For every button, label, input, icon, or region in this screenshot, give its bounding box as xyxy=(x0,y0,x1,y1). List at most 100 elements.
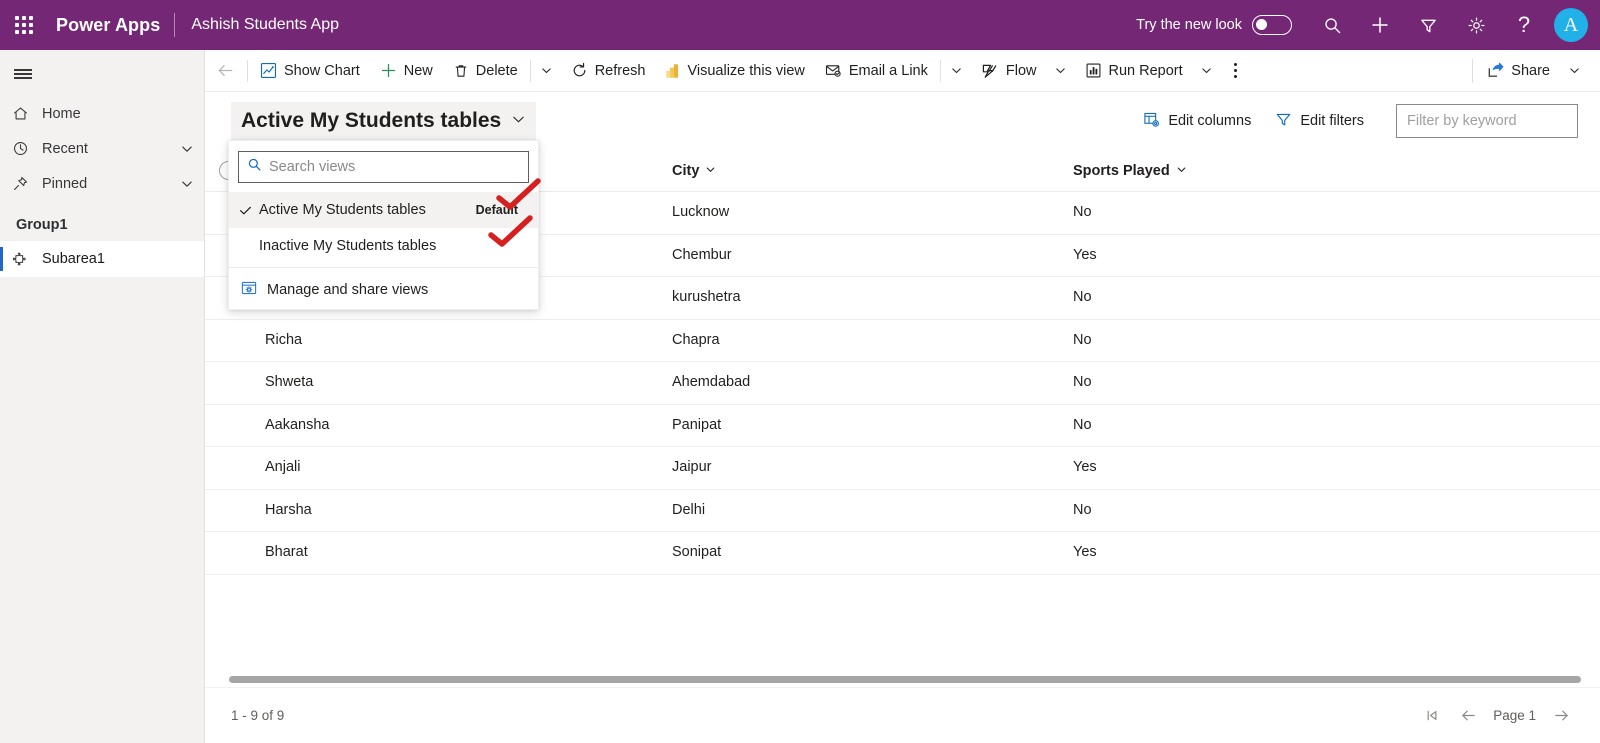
view-option-label: Active My Students tables xyxy=(259,202,426,218)
sidebar-item-recent[interactable]: Recent xyxy=(0,131,204,166)
cell-sports-played: Yes xyxy=(1073,544,1097,560)
sidebar: Home Recent Pinned Group1 Subarea1 xyxy=(0,50,205,743)
delete-caret-icon[interactable] xyxy=(533,50,561,92)
cell-city: Jaipur xyxy=(672,459,712,475)
filter-icon[interactable] xyxy=(1404,0,1452,50)
brand-title[interactable]: Power Apps xyxy=(48,15,174,36)
view-selector-button[interactable]: Active My Students tables xyxy=(231,102,537,140)
flow-button[interactable]: Flow xyxy=(971,50,1047,92)
app-header: Power Apps Ashish Students App Try the n… xyxy=(0,0,1600,50)
cell-name[interactable]: Bharat xyxy=(265,544,308,560)
gear-icon[interactable] xyxy=(1452,0,1500,50)
show-chart-button[interactable]: Show Chart xyxy=(250,50,370,92)
refresh-icon xyxy=(571,62,588,79)
view-option-inactive[interactable]: Inactive My Students tables xyxy=(229,228,538,264)
command-divider xyxy=(247,59,248,82)
email-caret-icon[interactable] xyxy=(943,50,971,92)
first-page-icon[interactable] xyxy=(1417,701,1447,731)
new-button[interactable]: New xyxy=(370,50,443,92)
power-bi-icon xyxy=(665,63,680,79)
sidebar-item-pinned[interactable]: Pinned xyxy=(0,166,204,201)
pin-icon xyxy=(12,175,42,192)
scrollbar-thumb[interactable] xyxy=(229,676,1581,683)
filter-by-keyword-box[interactable] xyxy=(1396,104,1578,138)
command-label: Edit filters xyxy=(1300,113,1364,129)
search-views-box[interactable] xyxy=(238,151,529,183)
flow-caret-icon[interactable] xyxy=(1047,50,1075,92)
view-option-label: Inactive My Students tables xyxy=(259,238,437,254)
table-row[interactable]: Richa Chapra No xyxy=(205,320,1600,362)
plus-icon xyxy=(380,62,397,79)
view-selector-label: Active My Students tables xyxy=(241,109,502,132)
view-option-active[interactable]: Active My Students tables Default xyxy=(229,192,538,228)
cell-name[interactable]: Anjali xyxy=(265,459,300,475)
ellipsis-icon[interactable] xyxy=(1221,50,1251,92)
chevron-down-icon[interactable] xyxy=(170,142,204,156)
cell-sports-played: No xyxy=(1073,501,1092,518)
table-row[interactable]: Anjali Jaipur Yes xyxy=(205,447,1600,490)
command-label: Share xyxy=(1511,62,1550,79)
column-header-city[interactable]: City xyxy=(672,163,716,179)
default-badge: Default xyxy=(475,203,518,217)
cell-name[interactable]: Shweta xyxy=(265,374,313,390)
chevron-down-icon[interactable] xyxy=(170,177,204,191)
email-a-link-button[interactable]: Email a Link xyxy=(815,50,938,92)
run-report-caret-icon[interactable] xyxy=(1193,50,1221,92)
share-caret-icon[interactable] xyxy=(1560,50,1588,92)
hamburger-menu-icon[interactable] xyxy=(0,52,46,96)
visualize-this-view-button[interactable]: Visualize this view xyxy=(655,50,814,92)
sidebar-item-label: Pinned xyxy=(42,175,88,192)
table-row[interactable]: Aakansha Panipat No xyxy=(205,405,1600,447)
plus-icon[interactable] xyxy=(1356,0,1404,50)
column-header-label: Sports Played xyxy=(1073,162,1170,179)
page-label: Page 1 xyxy=(1493,708,1536,723)
flyout-divider xyxy=(229,267,538,268)
help-icon[interactable]: ? xyxy=(1500,0,1548,50)
back-arrow-icon[interactable] xyxy=(205,50,245,92)
command-label: Show Chart xyxy=(284,62,360,79)
column-header-sports-played[interactable]: Sports Played xyxy=(1073,163,1187,179)
power-apps-window: Power Apps Ashish Students App Try the n… xyxy=(0,0,1600,743)
cell-name[interactable]: Richa xyxy=(265,332,302,348)
cell-name[interactable]: Harsha xyxy=(265,502,312,518)
edit-columns-button[interactable]: Edit columns xyxy=(1133,104,1261,138)
previous-page-icon[interactable] xyxy=(1453,701,1483,731)
new-look-toggle[interactable] xyxy=(1252,15,1292,35)
command-label: Email a Link xyxy=(848,62,928,79)
table-row[interactable]: Harsha Delhi No xyxy=(205,490,1600,532)
share-button[interactable]: Share xyxy=(1477,50,1560,92)
new-look-label: Try the new look xyxy=(1136,17,1242,33)
table-row[interactable]: Shweta Ahemdabad No xyxy=(205,362,1600,405)
horizontal-scrollbar[interactable] xyxy=(205,671,1600,687)
cell-city: Delhi xyxy=(672,501,706,518)
cell-sports-played: No xyxy=(1073,374,1092,390)
search-icon[interactable] xyxy=(1308,0,1356,50)
command-label: New xyxy=(403,62,433,79)
puzzle-piece-icon xyxy=(12,251,42,268)
chevron-down-icon xyxy=(705,163,716,179)
app-launcher-icon[interactable] xyxy=(0,0,48,50)
search-views-input[interactable] xyxy=(269,159,520,175)
command-label: Flow xyxy=(1005,62,1037,79)
cell-city: Lucknow xyxy=(672,204,730,220)
sidebar-item-home[interactable]: Home xyxy=(0,96,204,131)
manage-and-share-views-button[interactable]: Manage and share views xyxy=(229,271,538,309)
home-icon xyxy=(12,105,42,122)
share-icon xyxy=(1487,62,1504,79)
app-name[interactable]: Ashish Students App xyxy=(175,16,339,34)
search-input[interactable] xyxy=(1407,113,1567,129)
refresh-button[interactable]: Refresh xyxy=(561,50,656,92)
sidebar-item-subarea1[interactable]: Subarea1 xyxy=(0,241,204,277)
delete-button[interactable]: Delete xyxy=(443,50,528,92)
pagination: Page 1 xyxy=(1417,701,1600,731)
table-row[interactable]: Bharat Sonipat Yes xyxy=(205,532,1600,575)
next-page-icon[interactable] xyxy=(1546,701,1576,731)
cell-name[interactable]: Aakansha xyxy=(265,417,330,433)
edit-filters-button[interactable]: Edit filters xyxy=(1265,104,1374,138)
run-report-button[interactable]: Run Report xyxy=(1075,50,1193,92)
trash-icon xyxy=(453,63,469,79)
avatar[interactable]: A xyxy=(1554,8,1588,42)
sidebar-item-label: Subarea1 xyxy=(42,251,105,267)
selection-indicator xyxy=(0,247,3,271)
column-header-label: City xyxy=(672,162,700,179)
